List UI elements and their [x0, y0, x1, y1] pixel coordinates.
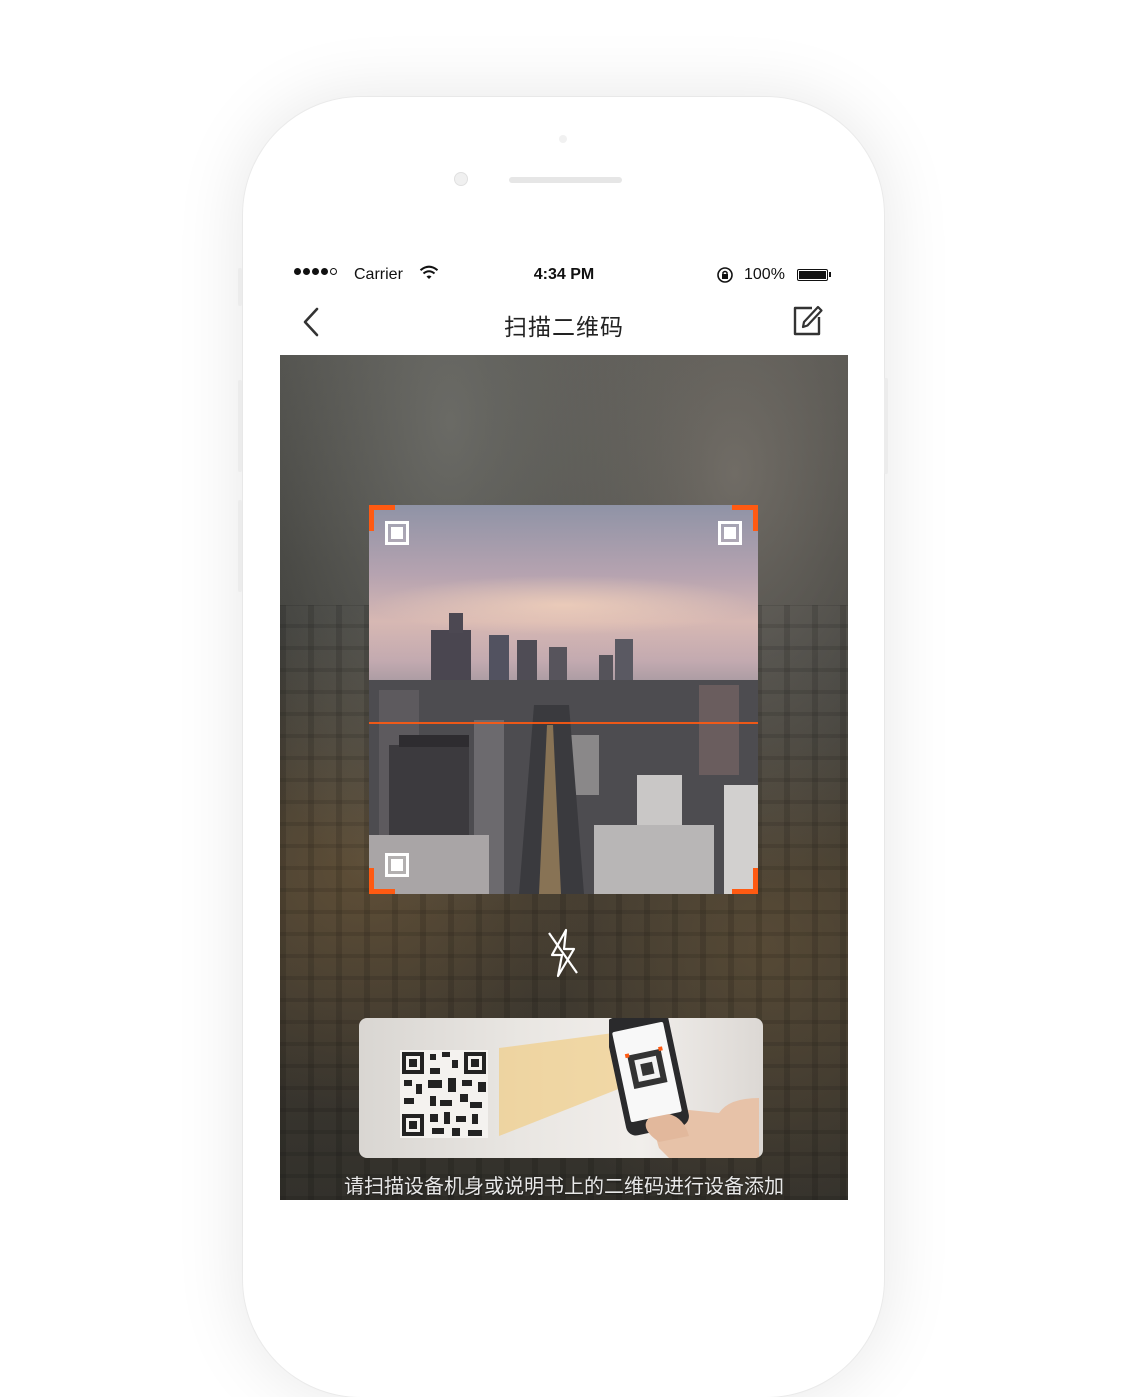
volume-down-button: [238, 500, 242, 592]
flash-off-icon[interactable]: [544, 927, 582, 979]
proximity-sensor: [559, 135, 567, 143]
phone-in-hand-illustration: [609, 1018, 759, 1158]
mute-switch: [238, 268, 242, 306]
edit-icon[interactable]: [790, 303, 824, 339]
front-camera: [454, 172, 468, 186]
app-screen: Carrier 4:34 PM 100% 扫描二维码 请扫描设备机身或说明书上的…: [280, 259, 848, 1200]
city-skyline-image: [369, 613, 758, 894]
navigation-bar: 扫描二维码: [280, 291, 848, 355]
battery-icon: [797, 269, 828, 281]
qr-code-icon: [400, 1050, 488, 1138]
scan-hint-text: 请扫描设备机身或说明书上的二维码进行设备添加: [344, 1176, 784, 1198]
page-title: 扫描二维码: [504, 314, 624, 340]
camera-preview: 请扫描设备机身或说明书上的二维码进行设备添加: [280, 355, 848, 1200]
battery-tip: [829, 272, 831, 277]
scan-guide-card: [359, 1018, 763, 1158]
resize-handle-bottom-left[interactable]: [385, 853, 409, 877]
battery-percentage: 100%: [744, 266, 785, 283]
volume-up-button: [238, 380, 242, 472]
scan-area: [369, 505, 758, 894]
power-button: [884, 378, 888, 474]
scan-line: [369, 722, 758, 724]
earpiece-speaker: [509, 177, 622, 183]
rotation-lock-icon: [717, 267, 733, 283]
resize-handle-top-right[interactable]: [718, 521, 742, 545]
scan-corner-bottom-right: [732, 868, 758, 894]
status-bar: Carrier 4:34 PM 100%: [280, 259, 848, 291]
resize-handle-top-left[interactable]: [385, 521, 409, 545]
